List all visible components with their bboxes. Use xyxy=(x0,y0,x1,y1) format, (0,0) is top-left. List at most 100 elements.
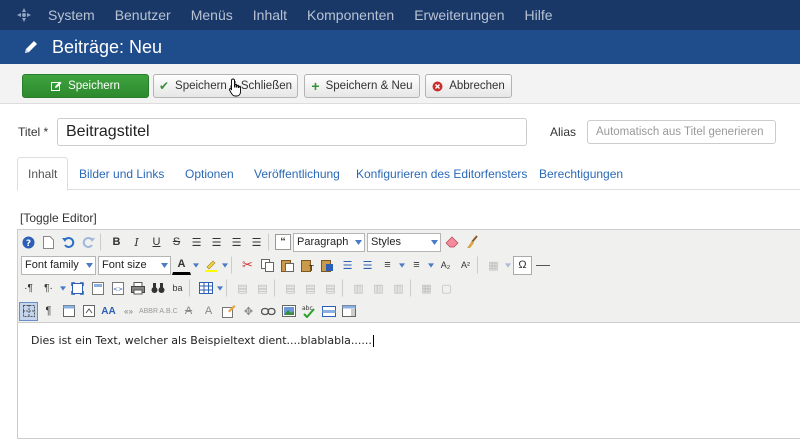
help-icon[interactable]: ? xyxy=(19,233,38,252)
insert-table-icon[interactable] xyxy=(196,279,215,298)
blockquote-icon[interactable]: “ xyxy=(275,234,291,250)
italic-icon[interactable]: I xyxy=(127,233,146,252)
rtl-icon[interactable]: ¶· xyxy=(39,279,58,298)
show-blocks-icon[interactable]: ¶ xyxy=(39,302,58,321)
eraser-icon[interactable] xyxy=(442,233,461,252)
paste-icon[interactable] xyxy=(278,256,297,275)
delete-row-icon[interactable]: ▤ xyxy=(321,279,340,298)
strikethrough-icon[interactable]: S xyxy=(167,233,186,252)
chevron-down-icon[interactable] xyxy=(216,279,224,298)
menu-inhalt[interactable]: Inhalt xyxy=(253,7,287,23)
merge-cells-icon[interactable]: ▢ xyxy=(437,279,456,298)
outdent-icon[interactable]: ☰ xyxy=(358,256,377,275)
bullet-list-icon[interactable]: ≡ xyxy=(407,256,426,275)
replace-icon[interactable]: ba xyxy=(168,279,187,298)
bold-icon[interactable]: B xyxy=(107,233,126,252)
subscript-icon[interactable]: A₂ xyxy=(436,256,455,275)
undo-icon[interactable] xyxy=(59,233,78,252)
tab-veroeffentlichung[interactable]: Veröffentlichung xyxy=(254,157,340,190)
nonbreaking-icon[interactable]: ✥ xyxy=(239,302,258,321)
menu-erweiterungen[interactable]: Erweiterungen xyxy=(414,7,504,23)
styles-select[interactable]: Styles xyxy=(367,232,441,252)
superscript-icon[interactable]: A² xyxy=(456,256,475,275)
indent-icon[interactable]: ☰ xyxy=(338,256,357,275)
template-icon[interactable] xyxy=(319,302,338,321)
insert-col-before-icon[interactable]: ▥ xyxy=(349,279,368,298)
cleanup-broom-icon[interactable] xyxy=(462,233,481,252)
save-button[interactable]: Speichern xyxy=(22,74,149,98)
tab-berechtigungen[interactable]: Berechtigungen xyxy=(539,157,623,190)
format-select[interactable]: Paragraph xyxy=(293,232,365,252)
preview-icon[interactable] xyxy=(88,279,107,298)
attributes-icon[interactable] xyxy=(219,302,238,321)
save-new-button[interactable]: + Speichern & Neu xyxy=(304,74,420,98)
text-color-icon[interactable]: A xyxy=(172,256,191,275)
visual-aid-icon[interactable] xyxy=(19,301,38,321)
chevron-down-icon[interactable] xyxy=(59,279,67,298)
table-cell-icon[interactable]: ▦ xyxy=(484,256,503,275)
editor-content[interactable]: Dies ist ein Text, welcher als Beispielt… xyxy=(31,334,374,347)
menu-hilfe[interactable]: Hilfe xyxy=(524,7,552,23)
save-close-button[interactable]: ✔ Speichern & Schließen xyxy=(153,74,298,98)
insert-row-after-icon[interactable]: ▤ xyxy=(301,279,320,298)
chevron-down-icon[interactable] xyxy=(504,256,512,275)
align-center-icon[interactable]: ☰ xyxy=(207,233,226,252)
paste-text-icon[interactable]: T xyxy=(298,256,317,275)
chevron-down-icon[interactable] xyxy=(427,256,435,275)
fullscreen-icon[interactable] xyxy=(68,279,87,298)
source-code-icon[interactable]: <> xyxy=(108,279,127,298)
toggle-editor-link[interactable]: [Toggle Editor] xyxy=(20,211,97,225)
cut-icon[interactable]: ✂ xyxy=(238,256,257,275)
align-justify-icon[interactable]: ☰ xyxy=(187,233,206,252)
underline-icon[interactable]: U xyxy=(147,233,166,252)
horizontal-rule-icon[interactable] xyxy=(533,256,552,275)
alias-input[interactable]: Automatisch aus Titel generieren xyxy=(587,120,776,144)
align-right-icon[interactable]: ☰ xyxy=(247,233,266,252)
chevron-down-icon[interactable] xyxy=(221,256,229,275)
menu-komponenten[interactable]: Komponenten xyxy=(307,7,394,23)
del-icon[interactable]: A xyxy=(179,302,198,321)
font-size-select[interactable]: Font size xyxy=(98,255,171,275)
cite-icon[interactable]: «» xyxy=(119,302,138,321)
acronym-icon[interactable]: A.B.C xyxy=(159,302,178,321)
insert-image-icon[interactable] xyxy=(279,302,298,321)
chevron-down-icon[interactable] xyxy=(192,256,200,275)
menu-benutzer[interactable]: Benutzer xyxy=(115,7,171,23)
chevron-down-icon[interactable] xyxy=(398,256,406,275)
paste-word-icon[interactable] xyxy=(318,256,337,275)
align-left-icon[interactable]: ☰ xyxy=(227,233,246,252)
font-family-select[interactable]: Font family xyxy=(21,255,96,275)
split-cells-icon[interactable]: ▦ xyxy=(417,279,436,298)
styleprops-icon[interactable]: AA xyxy=(99,302,118,321)
abbr-icon[interactable]: ABBR xyxy=(139,302,158,321)
joomla-logo-icon[interactable] xyxy=(10,0,38,30)
insert-col-after-icon[interactable]: ▥ xyxy=(369,279,388,298)
new-document-icon[interactable] xyxy=(39,233,58,252)
table-row-props-icon[interactable]: ▤ xyxy=(233,279,252,298)
search-binoculars-icon[interactable] xyxy=(148,279,167,298)
highlight-color-icon[interactable] xyxy=(201,256,220,275)
menu-system[interactable]: System xyxy=(48,7,95,23)
ltr-icon[interactable]: ·¶ xyxy=(19,279,38,298)
special-character-icon[interactable]: Ω xyxy=(513,255,532,275)
print-icon[interactable] xyxy=(128,279,147,298)
insert-link-icon[interactable] xyxy=(259,302,278,321)
tab-bilder-und-links[interactable]: Bilder und Links xyxy=(79,157,164,190)
delete-col-icon[interactable]: ▥ xyxy=(389,279,408,298)
numbered-list-icon[interactable]: ≡ xyxy=(378,256,397,275)
table-cell-props-icon[interactable]: ▤ xyxy=(253,279,272,298)
redo-icon[interactable] xyxy=(79,233,98,252)
ins-icon[interactable]: A xyxy=(199,302,218,321)
title-input[interactable]: Beitragstitel xyxy=(57,118,527,146)
insert-time-icon[interactable] xyxy=(79,302,98,321)
insert-row-before-icon[interactable]: ▤ xyxy=(281,279,300,298)
layer-icon[interactable] xyxy=(339,302,358,321)
copy-icon[interactable] xyxy=(258,256,277,275)
spellcheck-icon[interactable]: abc xyxy=(299,302,318,321)
menu-menues[interactable]: Menüs xyxy=(191,7,233,23)
insert-date-icon[interactable] xyxy=(59,302,78,321)
tab-optionen[interactable]: Optionen xyxy=(185,157,234,190)
tab-inhalt[interactable]: Inhalt xyxy=(17,157,69,191)
tab-editorfenster[interactable]: Konfigurieren des Editorfensters xyxy=(356,157,527,190)
cancel-button[interactable]: Abbrechen xyxy=(425,74,512,98)
